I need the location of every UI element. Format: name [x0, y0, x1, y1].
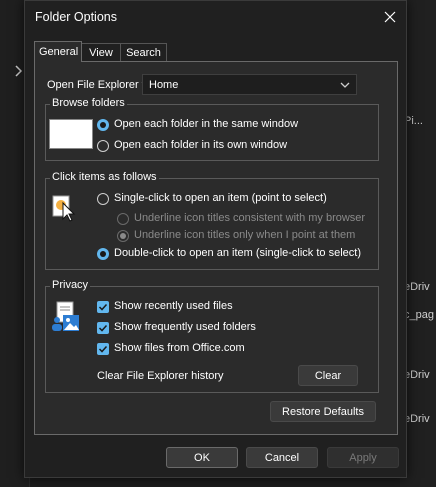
- checkmark-icon: [98, 324, 108, 332]
- tab-general[interactable]: General: [34, 41, 82, 62]
- open-explorer-value: Home: [149, 79, 179, 91]
- frequent-folders-checkbox[interactable]: [97, 322, 109, 334]
- explorer-item-label: eDriv: [404, 369, 430, 381]
- privacy-group: Privacy Show recently used files Show fr…: [45, 279, 379, 393]
- checkmark-icon: [98, 345, 108, 353]
- browse-folders-preview-image: [49, 119, 93, 149]
- dialog-title: Folder Options: [35, 10, 117, 24]
- own-window-label[interactable]: Open each folder in its own window: [114, 139, 287, 151]
- general-tab-panel: Open File Explorer to: Home Browse folde…: [34, 61, 398, 435]
- browse-folders-group: Browse folders Open each folder in the s…: [45, 97, 379, 161]
- clear-history-button[interactable]: Clear: [298, 365, 358, 386]
- explorer-item-label: c_pag: [404, 309, 434, 321]
- cancel-button[interactable]: Cancel: [246, 447, 318, 468]
- recent-files-checkbox[interactable]: [97, 301, 109, 313]
- frequent-folders-label[interactable]: Show frequently used folders: [114, 321, 256, 333]
- close-icon[interactable]: [375, 5, 405, 29]
- underline-consistent-radio: [117, 213, 129, 225]
- explorer-item-label: eDriv: [404, 281, 430, 293]
- checkmark-icon: [98, 303, 108, 311]
- underline-point-label: Underline icon titles only when I point …: [134, 229, 356, 241]
- office-files-label[interactable]: Show files from Office.com: [114, 342, 245, 354]
- open-explorer-dropdown[interactable]: Home: [142, 74, 357, 95]
- chevron-right-icon[interactable]: [14, 64, 24, 78]
- click-items-group: Click items as follows Single-click to o…: [45, 171, 379, 270]
- apply-button: Apply: [327, 447, 399, 468]
- same-window-radio[interactable]: [97, 119, 109, 131]
- underline-point-radio: [117, 230, 129, 242]
- single-click-radio[interactable]: [97, 193, 109, 205]
- ok-button[interactable]: OK: [166, 447, 238, 468]
- own-window-radio[interactable]: [97, 140, 109, 152]
- explorer-item-label: eDriv: [404, 413, 430, 425]
- same-window-label[interactable]: Open each folder in the same window: [114, 118, 298, 130]
- tab-view[interactable]: View: [81, 43, 121, 61]
- cursor-click-icon: [52, 195, 76, 222]
- double-click-radio[interactable]: [97, 248, 109, 260]
- single-click-label[interactable]: Single-click to open an item (point to s…: [114, 192, 327, 204]
- recent-files-label[interactable]: Show recently used files: [114, 300, 233, 312]
- restore-defaults-button[interactable]: Restore Defaults: [270, 401, 376, 422]
- tab-search[interactable]: Search: [120, 43, 167, 61]
- office-files-checkbox[interactable]: [97, 343, 109, 355]
- open-explorer-label: Open File Explorer to:: [47, 79, 154, 91]
- privacy-title: Privacy: [50, 279, 91, 291]
- clear-history-label: Clear File Explorer history: [97, 370, 224, 382]
- underline-consistent-label: Underline icon titles consistent with my…: [134, 212, 366, 224]
- privacy-document-icon: [52, 301, 79, 331]
- chevron-down-icon: [340, 82, 350, 88]
- click-items-title: Click items as follows: [50, 171, 159, 183]
- folder-options-dialog: Folder Options General View Search Open …: [24, 0, 407, 478]
- browse-folders-title: Browse folders: [50, 97, 127, 109]
- double-click-label[interactable]: Double-click to open an item (single-cli…: [114, 247, 361, 259]
